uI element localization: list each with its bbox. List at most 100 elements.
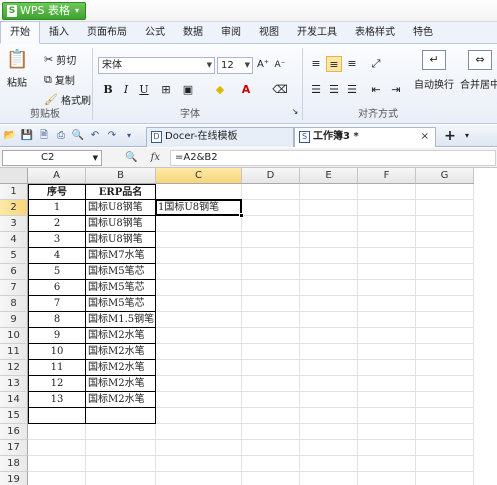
cell-style-icon[interactable]: ▣ — [180, 82, 196, 98]
grid-cell[interactable] — [242, 344, 300, 360]
row-header[interactable]: 10 — [0, 328, 28, 344]
grid-cell[interactable] — [242, 392, 300, 408]
increase-indent-icon[interactable]: ⇥ — [388, 82, 404, 98]
redo-icon[interactable]: ↷ — [105, 129, 119, 143]
row-header[interactable]: 4 — [0, 232, 28, 248]
ribbon-tab[interactable]: 视图 — [250, 22, 288, 44]
grid-cell[interactable] — [28, 424, 86, 440]
grid-cell[interactable] — [156, 440, 242, 456]
decrease-font-size-icon[interactable]: A⁻ — [272, 57, 288, 73]
grid-cell[interactable] — [358, 376, 416, 392]
grid-cell[interactable] — [358, 360, 416, 376]
grid-cell[interactable] — [300, 184, 358, 200]
grid-cell[interactable] — [242, 216, 300, 232]
grid-cell[interactable] — [416, 360, 474, 376]
grid-cell[interactable] — [300, 296, 358, 312]
grid-cell[interactable] — [416, 456, 474, 472]
grid-cell[interactable] — [300, 392, 358, 408]
ribbon-tab[interactable]: 数据 — [174, 22, 212, 44]
grid-cell[interactable] — [416, 296, 474, 312]
align-top-icon[interactable]: ≡ — [308, 56, 324, 72]
row-header[interactable]: 5 — [0, 248, 28, 264]
erp-name-cell[interactable]: 国标M2水笔 — [86, 360, 156, 376]
column-header[interactable]: A — [28, 168, 86, 184]
grid-cell[interactable] — [86, 424, 156, 440]
grid-cell[interactable] — [358, 232, 416, 248]
row-header[interactable]: 18 — [0, 456, 28, 472]
print-icon[interactable]: ⎙ — [54, 129, 68, 143]
text-orientation-icon[interactable]: ⤢ — [368, 56, 384, 72]
grid-cell[interactable] — [358, 264, 416, 280]
row-header[interactable]: 16 — [0, 424, 28, 440]
grid-cell[interactable] — [242, 280, 300, 296]
row-header[interactable]: 13 — [0, 376, 28, 392]
zoom-formula-icon[interactable]: 🔍 — [125, 152, 137, 163]
grid-cell[interactable] — [156, 344, 242, 360]
erp-name-cell[interactable]: 国标M2水笔 — [86, 344, 156, 360]
seq-cell[interactable]: 1 — [28, 200, 86, 216]
grid-cell[interactable] — [416, 280, 474, 296]
grid-cell[interactable] — [156, 248, 242, 264]
grid-cell[interactable] — [28, 408, 86, 424]
grid-cell[interactable] — [358, 200, 416, 216]
font-color-icon[interactable]: A — [238, 82, 254, 98]
grid-cell[interactable] — [156, 472, 242, 485]
grid-cell[interactable] — [156, 376, 242, 392]
align-center-icon[interactable]: ☰ — [326, 82, 342, 98]
grid-cell[interactable] — [358, 456, 416, 472]
italic-button[interactable]: I — [118, 82, 134, 98]
grid-cell[interactable] — [86, 472, 156, 485]
grid-cell[interactable] — [156, 424, 242, 440]
grid-cell[interactable] — [156, 312, 242, 328]
cut-button[interactable]: ✂ 剪切 — [44, 52, 76, 68]
print-preview-icon[interactable]: 🗎 — [37, 129, 51, 143]
grid-cell[interactable] — [358, 472, 416, 485]
grid-cell[interactable] — [300, 328, 358, 344]
seq-cell[interactable]: 11 — [28, 360, 86, 376]
row-header[interactable]: 6 — [0, 264, 28, 280]
merge-center-button[interactable]: ⇔ 合并居中 — [460, 50, 497, 91]
seq-cell[interactable]: 4 — [28, 248, 86, 264]
seq-cell[interactable]: 9 — [28, 328, 86, 344]
grid-cell[interactable] — [416, 328, 474, 344]
name-box[interactable]: C2 ▼ — [2, 150, 102, 166]
formula-input[interactable]: =A2&B2 — [170, 150, 496, 166]
grid-cell[interactable] — [156, 392, 242, 408]
grid-cell[interactable] — [300, 248, 358, 264]
column-header[interactable]: F — [358, 168, 416, 184]
doc-tab-workbook[interactable]: S 工作簿3 * × — [294, 127, 436, 147]
grid-cell[interactable] — [416, 376, 474, 392]
fill-handle[interactable] — [239, 213, 244, 218]
grid-cell[interactable] — [156, 296, 242, 312]
column-header[interactable]: C — [156, 168, 242, 184]
grid-cell[interactable] — [156, 360, 242, 376]
decrease-indent-icon[interactable]: ⇤ — [368, 82, 384, 98]
customize-chevron-icon[interactable]: ▾ — [122, 129, 136, 143]
grid-cell[interactable] — [416, 232, 474, 248]
grid-cell[interactable] — [416, 248, 474, 264]
eraser-icon[interactable]: ⌫ — [272, 82, 288, 98]
bold-button[interactable]: B — [100, 82, 116, 98]
row-header[interactable]: 7 — [0, 280, 28, 296]
align-middle-icon[interactable]: ≡ — [326, 56, 342, 72]
grid-cell[interactable] — [242, 376, 300, 392]
row-header[interactable]: 14 — [0, 392, 28, 408]
grid-cell[interactable] — [242, 296, 300, 312]
header-cell-seq[interactable]: 序号 — [28, 184, 86, 200]
grid-cell[interactable] — [416, 408, 474, 424]
column-header[interactable]: B — [86, 168, 156, 184]
align-right-icon[interactable]: ☰ — [344, 82, 360, 98]
preview-icon[interactable]: 🔍 — [71, 129, 85, 143]
seq-cell[interactable]: 10 — [28, 344, 86, 360]
seq-cell[interactable]: 7 — [28, 296, 86, 312]
undo-icon[interactable]: ↶ — [88, 129, 102, 143]
grid-cell[interactable] — [156, 184, 242, 200]
seq-cell[interactable]: 12 — [28, 376, 86, 392]
grid-cell[interactable] — [416, 392, 474, 408]
grid-cell[interactable] — [416, 184, 474, 200]
wrap-text-button[interactable]: ↵ 自动换行 — [414, 50, 454, 91]
erp-name-cell[interactable]: 国标M7水笔 — [86, 248, 156, 264]
grid-cell[interactable] — [242, 200, 300, 216]
grid-cell[interactable] — [242, 424, 300, 440]
erp-name-cell[interactable]: 国标M5笔芯 — [86, 264, 156, 280]
